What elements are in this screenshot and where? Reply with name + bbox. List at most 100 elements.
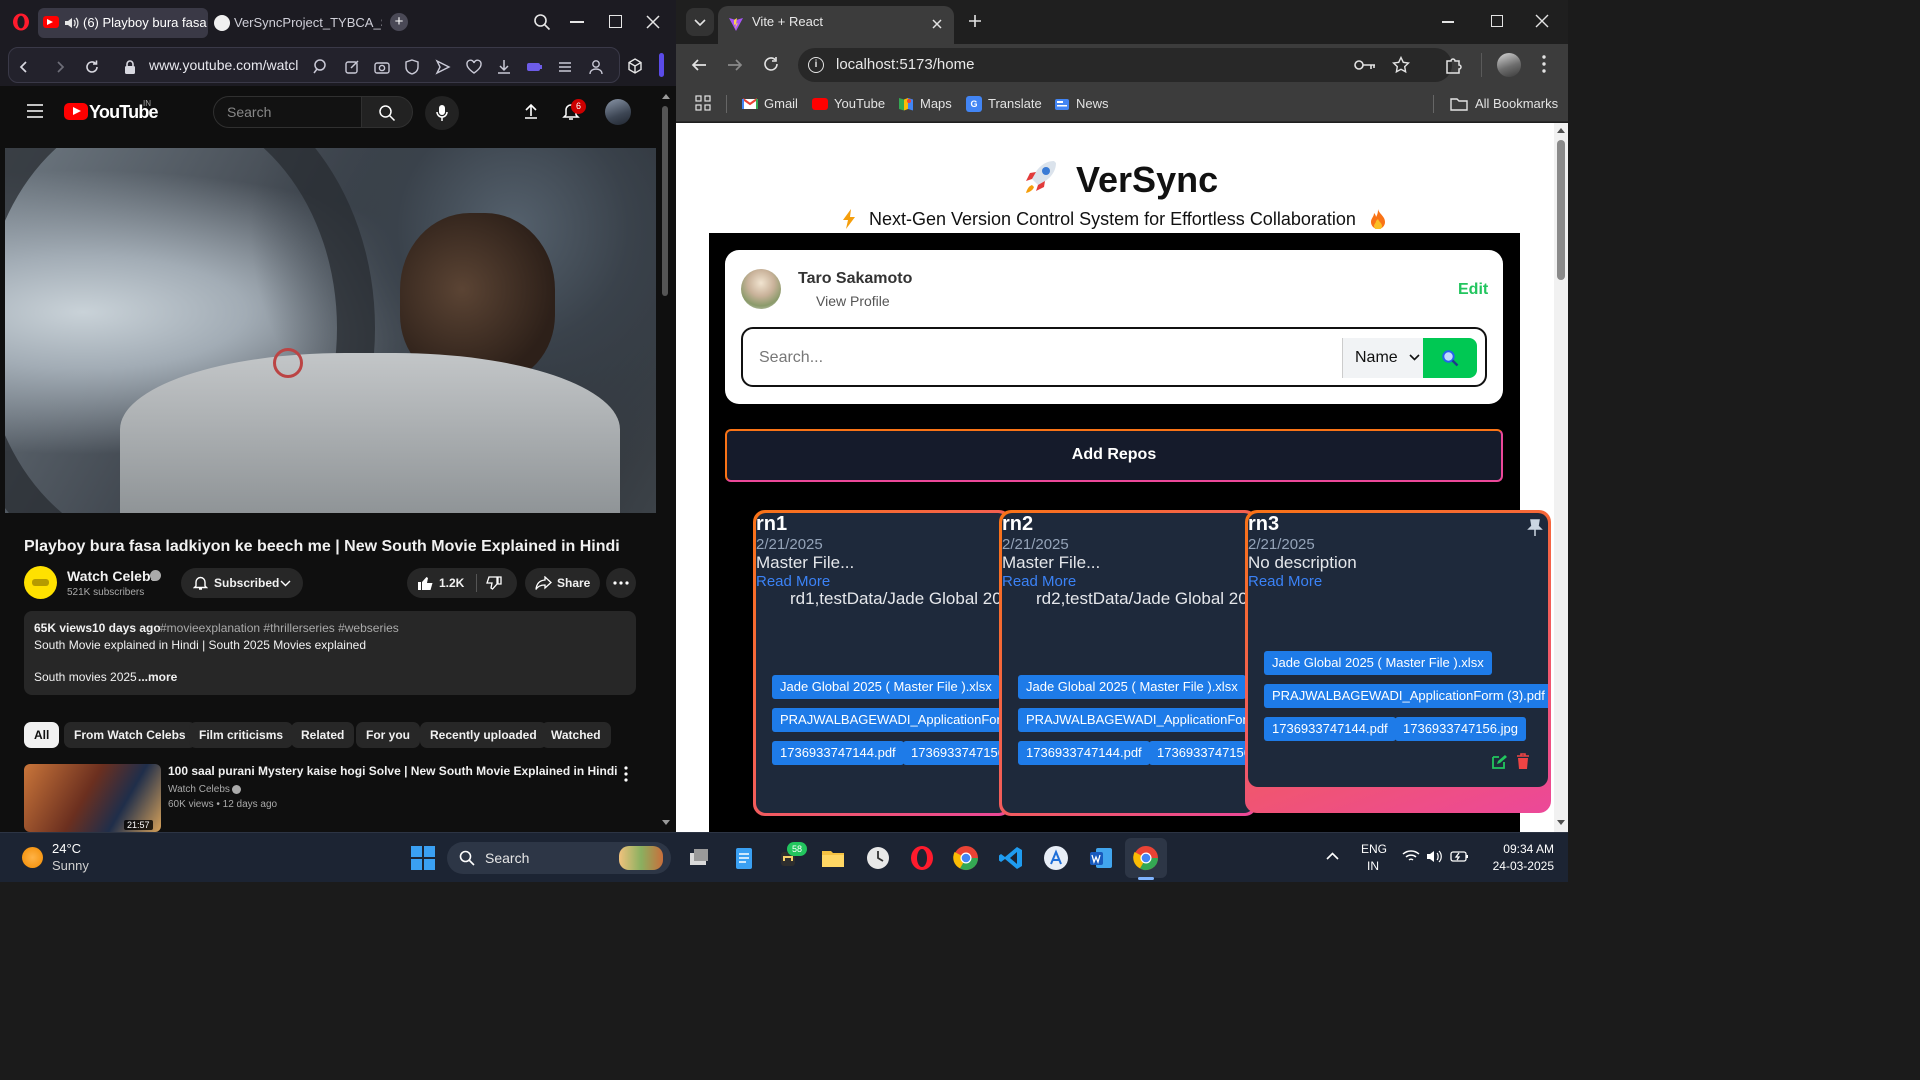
weather-sun-icon[interactable]	[22, 847, 43, 868]
omnibox[interactable]: i localhost:5173/home	[798, 48, 1452, 82]
file-explorer-icon[interactable]	[819, 844, 847, 872]
new-tab-plus-icon[interactable]	[968, 14, 982, 28]
vscode-icon[interactable]	[997, 844, 1025, 872]
file-chip[interactable]: 1736933747156.jpg	[1395, 717, 1526, 741]
chip-film-criticisms[interactable]: Film criticisms	[189, 722, 294, 748]
add-repos-button[interactable]: Add Repos	[725, 429, 1503, 482]
windows-start-icon[interactable]	[409, 844, 437, 872]
file-chip[interactable]: 1736933747144.pdf	[1018, 741, 1150, 765]
tab-close-icon[interactable]	[932, 19, 942, 29]
scrollbar-thumb[interactable]	[662, 106, 668, 296]
read-more-link[interactable]: Read More	[756, 573, 1008, 590]
channel-name[interactable]: Watch Celebs	[67, 568, 158, 584]
minimize-icon[interactable]	[1442, 21, 1454, 23]
file-chip[interactable]: PRAJWALBAGEWADI_ApplicationForm (3	[1018, 708, 1254, 732]
scroll-down-arrow-icon[interactable]	[1557, 820, 1565, 825]
hashtags[interactable]: #movieexplanation #thrillerseries #webse…	[160, 621, 399, 635]
minimize-icon[interactable]	[570, 21, 584, 23]
profile-avatar[interactable]	[1497, 53, 1521, 77]
back-icon[interactable]	[690, 56, 708, 74]
scrollbar[interactable]	[1554, 123, 1568, 832]
password-key-icon[interactable]	[1354, 58, 1376, 72]
voice-search-button[interactable]	[425, 96, 459, 130]
search-filter-select[interactable]: Name	[1342, 338, 1423, 378]
user-avatar[interactable]	[741, 269, 781, 309]
apps-grid-icon[interactable]	[695, 95, 711, 111]
tab-vite-react[interactable]: Vite + React	[718, 6, 954, 44]
chip-for-you[interactable]: For you	[356, 722, 420, 748]
url-text[interactable]: localhost:5173/home	[836, 56, 974, 73]
like-count[interactable]: 1.2K	[439, 576, 464, 590]
bookmark-star-icon[interactable]	[1392, 56, 1410, 74]
scrollbar[interactable]	[660, 90, 672, 832]
channel-avatar[interactable]	[24, 566, 57, 599]
forward-icon[interactable]	[51, 58, 69, 76]
recommended-channel[interactable]: Watch Celebs	[168, 784, 230, 795]
wifi-icon[interactable]	[1402, 849, 1420, 863]
volume-icon[interactable]	[1426, 849, 1442, 864]
tab-search-button[interactable]	[686, 8, 714, 36]
site-info-icon[interactable]: i	[808, 57, 824, 73]
url-text[interactable]: www.youtube.com/watcl	[149, 57, 298, 73]
edit-button[interactable]: Edit	[1458, 281, 1488, 299]
delete-trash-icon[interactable]	[1516, 753, 1530, 770]
tab-youtube[interactable]: (6) Playboy bura fasa l	[38, 8, 208, 38]
file-chip[interactable]: 1736933747156	[903, 741, 1008, 765]
camera-icon[interactable]	[373, 58, 391, 76]
search-page-icon[interactable]	[311, 58, 329, 76]
taskbar-search-box[interactable]: Search	[447, 842, 671, 874]
account-avatar[interactable]	[605, 99, 631, 125]
tab-github[interactable]: VerSyncProject_TYBCA_SE	[212, 8, 382, 38]
video-player[interactable]	[5, 148, 656, 513]
extensions-cube-icon[interactable]	[626, 57, 644, 75]
input-language[interactable]: ENG	[1361, 842, 1387, 856]
chip-recently-uploaded[interactable]: Recently uploaded	[420, 722, 547, 748]
profile-icon[interactable]	[587, 58, 605, 76]
read-more-link[interactable]: Read More	[1248, 573, 1548, 590]
reload-icon[interactable]	[762, 55, 780, 73]
file-chip[interactable]: PRAJWALBAGEWADI_ApplicationForm (3	[772, 708, 1008, 732]
chip-all[interactable]: All	[24, 722, 60, 748]
new-tab-plus-icon[interactable]: +	[390, 13, 408, 31]
maximize-icon[interactable]	[609, 15, 622, 28]
file-chip[interactable]: PRAJWALBAGEWADI_ApplicationForm (3).pdf	[1264, 684, 1548, 708]
file-chip[interactable]: 1736933747156	[1149, 741, 1254, 765]
close-icon[interactable]	[645, 14, 661, 30]
close-icon[interactable]	[1535, 14, 1549, 28]
file-chip[interactable]: 1736933747144.pdf	[772, 741, 904, 765]
reload-icon[interactable]	[83, 58, 101, 76]
read-more-link[interactable]: Read More	[1002, 573, 1254, 590]
clock-app-icon[interactable]	[864, 844, 892, 872]
file-chip[interactable]: 1736933747144.pdf	[1264, 717, 1396, 741]
edit-icon[interactable]	[1491, 754, 1507, 770]
chip-from-channel[interactable]: From Watch Celebs	[64, 722, 196, 748]
chrome-taskbar-icon[interactable]	[952, 844, 980, 872]
chip-watched[interactable]: Watched	[541, 722, 611, 748]
file-chip[interactable]: Jade Global 2025 ( Master File ).xlsx	[1018, 675, 1246, 699]
file-chip[interactable]: Jade Global 2025 ( Master File ).xlsx	[1264, 651, 1492, 675]
address-box[interactable]: www.youtube.com/watcl	[8, 47, 620, 83]
like-icon[interactable]	[417, 575, 434, 591]
app-store-icon[interactable]	[1042, 844, 1070, 872]
pin-icon[interactable]	[1527, 519, 1543, 537]
scroll-down-arrow-icon[interactable]	[662, 820, 670, 825]
clock-date[interactable]: 24-03-2025	[1478, 859, 1554, 873]
speaker-icon[interactable]	[63, 15, 79, 31]
maximize-icon[interactable]	[1491, 15, 1503, 27]
search-button[interactable]	[361, 96, 413, 128]
word-icon[interactable]	[1087, 844, 1115, 872]
kebab-menu-icon[interactable]	[1542, 55, 1546, 73]
menu-lines-icon[interactable]	[556, 58, 574, 76]
lock-icon[interactable]	[121, 58, 139, 76]
search-input[interactable]: Search...	[759, 349, 823, 367]
repo-card[interactable]: rn2 2/21/2025 rd2,testData/Jade Global 2…	[999, 510, 1257, 816]
more-actions-button[interactable]	[606, 568, 636, 598]
show-hidden-icons-chevron-icon[interactable]	[1326, 852, 1339, 860]
shield-icon[interactable]	[403, 58, 421, 76]
show-more-link[interactable]: ...more	[138, 670, 177, 684]
forward-icon[interactable]	[726, 56, 744, 74]
battery-charging-icon[interactable]	[1450, 848, 1470, 865]
hamburger-menu-icon[interactable]	[27, 104, 43, 118]
task-view-icon[interactable]	[685, 844, 713, 872]
subscribe-button[interactable]: Subscribed	[181, 568, 303, 598]
